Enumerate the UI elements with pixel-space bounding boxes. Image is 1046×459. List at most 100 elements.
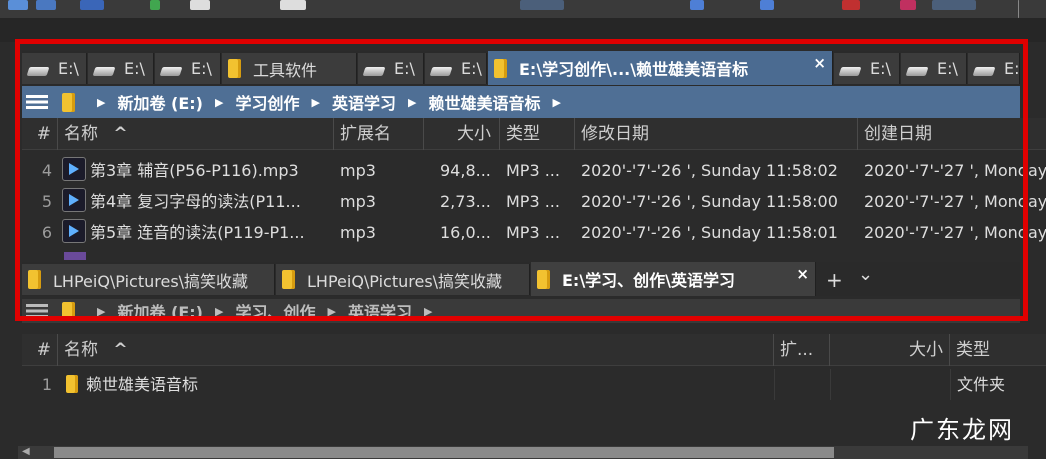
toolbar-user-icon[interactable] bbox=[932, 0, 976, 10]
drive-icon bbox=[26, 67, 50, 76]
chevron-right-icon[interactable]: ▶ bbox=[215, 305, 223, 318]
watermark-text: 广东龙网 bbox=[910, 416, 1014, 444]
breadcrumb-item[interactable]: 新加卷 (E:) bbox=[117, 90, 203, 114]
menu-icon[interactable] bbox=[26, 95, 48, 109]
tab-label: E:\ bbox=[1004, 59, 1020, 78]
file-name-cell[interactable]: 第4章 复习字母的读法(P11... bbox=[58, 186, 334, 217]
table-row[interactable]: 1 赖世雄美语音标 文件夹 bbox=[22, 369, 1046, 400]
top-tab-active[interactable]: E:\学习创作\...\赖世雄美语音标 × bbox=[488, 51, 833, 85]
breadcrumb-item[interactable]: 学习创作 bbox=[235, 90, 299, 114]
breadcrumb-item[interactable]: 学习、创作 bbox=[235, 299, 315, 323]
column-size[interactable]: 大小 bbox=[424, 118, 500, 150]
top-tab-6[interactable]: E:\ bbox=[425, 53, 487, 84]
breadcrumb-item[interactable]: 英语学习 bbox=[332, 90, 396, 114]
file-type: MP3 ... bbox=[506, 223, 560, 242]
breadcrumb-item[interactable]: 英语学习 bbox=[348, 299, 412, 323]
chevron-right-icon[interactable]: ▶ bbox=[327, 305, 335, 318]
toolbar-back-icon[interactable] bbox=[36, 0, 56, 10]
bottom-breadcrumb: ▶ 新加卷 (E:) ▶ 学习、创作 ▶ 英语学习 ▶ bbox=[22, 299, 1020, 323]
top-tab-4[interactable]: 工具软件 bbox=[222, 53, 357, 84]
folder-icon bbox=[62, 92, 75, 112]
horizontal-scrollbar[interactable]: ◀ bbox=[18, 446, 1028, 459]
tab-list-dropdown-icon[interactable]: ⌄ bbox=[858, 264, 873, 285]
chevron-right-icon[interactable]: ▶ bbox=[97, 305, 105, 318]
bottom-tab-2[interactable]: LHPeiQ\Pictures\搞笑收藏 bbox=[276, 264, 530, 295]
file-ext: mp3 bbox=[340, 161, 376, 180]
column-num[interactable]: # bbox=[22, 118, 58, 150]
toolbar-page-icon[interactable] bbox=[190, 0, 210, 10]
chevron-right-icon[interactable]: ▶ bbox=[424, 305, 432, 318]
tab-label: E:\ bbox=[870, 59, 891, 78]
top-column-header: # 名称 ^ 扩展名 大小 类型 修改日期 创建日期 bbox=[22, 118, 1046, 150]
tab-label: E:\ bbox=[58, 59, 79, 78]
row-number: 4 bbox=[41, 161, 52, 180]
file-ext: mp3 bbox=[340, 223, 376, 242]
table-row[interactable]: 4 第3章 辅音(P56-P116).mp3 mp3 94,8... MP3 .… bbox=[22, 155, 1046, 186]
top-tab-8[interactable]: E:\ bbox=[834, 53, 900, 84]
file-modified: 2020'-'7'-'26 ', Sunday 11:58:02 bbox=[581, 161, 838, 180]
column-created[interactable]: 创建日期 bbox=[858, 118, 1046, 150]
menu-icon[interactable] bbox=[26, 304, 48, 318]
breadcrumb-item[interactable]: 赖世雄美语音标 bbox=[428, 90, 540, 114]
scrollbar-thumb[interactable] bbox=[54, 447, 834, 458]
tab-label: E:\ bbox=[191, 59, 212, 78]
column-ext[interactable]: 扩展名 bbox=[334, 118, 424, 150]
file-size: 16,0... bbox=[440, 223, 491, 242]
top-tab-10[interactable]: E:\ bbox=[968, 53, 1020, 84]
drive-icon bbox=[92, 67, 116, 76]
column-name-label: 名称 bbox=[64, 124, 98, 144]
chevron-right-icon[interactable]: ▶ bbox=[97, 96, 105, 109]
top-tab-3[interactable]: E:\ bbox=[155, 53, 221, 84]
folder-size bbox=[830, 369, 950, 400]
file-name-cell[interactable]: 第3章 辅音(P56-P116).mp3 bbox=[58, 155, 334, 186]
column-ext[interactable]: 扩... bbox=[774, 334, 830, 366]
toolbar-settings-icon[interactable] bbox=[900, 0, 916, 10]
breadcrumb-item[interactable]: 新加卷 (E:) bbox=[117, 299, 203, 323]
drive-icon bbox=[905, 67, 929, 76]
toolbar-green-icon[interactable] bbox=[150, 0, 160, 10]
chevron-right-icon[interactable]: ▶ bbox=[215, 96, 223, 109]
table-row[interactable]: 5 第4章 复习字母的读法(P11... mp3 2,73... MP3 ...… bbox=[22, 186, 1046, 217]
tab-label: E:\ bbox=[394, 59, 415, 78]
chevron-right-icon[interactable]: ▶ bbox=[408, 96, 416, 109]
toolbar-move-icon[interactable] bbox=[760, 0, 774, 10]
tab-label: LHPeiQ\Pictures\搞笑收藏 bbox=[53, 271, 249, 291]
file-created: 2020'-'7'-'27 ', Monday bbox=[864, 192, 1046, 211]
file-name-cell[interactable]: 第5章 连音的读法(P119-P1... bbox=[58, 217, 334, 248]
top-tab-1[interactable]: E:\ bbox=[22, 53, 87, 84]
bottom-tab-1[interactable]: LHPeiQ\Pictures\搞笑收藏 bbox=[22, 264, 275, 295]
table-row[interactable]: 6 第5章 连音的读法(P119-P1... mp3 16,0... MP3 .… bbox=[22, 217, 1046, 248]
chevron-right-icon[interactable]: ▶ bbox=[552, 96, 560, 109]
column-num[interactable]: # bbox=[22, 334, 58, 366]
toolbar-forward-icon[interactable] bbox=[80, 0, 104, 10]
folder-icon bbox=[28, 270, 41, 289]
column-type[interactable]: 类型 bbox=[950, 334, 1046, 366]
toolbar-globe-icon[interactable] bbox=[8, 0, 28, 10]
chevron-right-icon[interactable]: ▶ bbox=[311, 96, 319, 109]
column-modified[interactable]: 修改日期 bbox=[575, 118, 858, 150]
drive-icon bbox=[362, 67, 386, 76]
top-breadcrumb: ▶ 新加卷 (E:) ▶ 学习创作 ▶ 英语学习 ▶ 赖世雄美语音标 ▶ bbox=[22, 86, 1020, 118]
toolbar-doc-icon[interactable] bbox=[280, 0, 306, 10]
top-tab-9[interactable]: E:\ bbox=[901, 53, 967, 84]
top-tab-2[interactable]: E:\ bbox=[88, 53, 154, 84]
toolbar-copy-icon[interactable] bbox=[690, 0, 704, 10]
file-size: 94,8... bbox=[440, 161, 491, 180]
top-tab-5[interactable]: E:\ bbox=[358, 53, 424, 84]
sort-ascending-icon: ^ bbox=[113, 124, 128, 144]
bottom-tab-active[interactable]: E:\学习、创作\英语学习 × bbox=[531, 262, 816, 296]
add-tab-button[interactable]: + bbox=[826, 268, 843, 292]
close-icon[interactable]: × bbox=[796, 265, 809, 283]
folder-name-cell[interactable]: 赖世雄美语音标 bbox=[58, 369, 774, 400]
toolbar-view-icon[interactable] bbox=[520, 0, 564, 10]
column-name[interactable]: 名称 ^ bbox=[58, 118, 334, 150]
audio-file-icon bbox=[62, 188, 86, 212]
file-name: 第4章 复习字母的读法(P11... bbox=[90, 192, 301, 211]
toolbar-delete-icon[interactable] bbox=[842, 0, 860, 10]
file-created: 2020'-'7'-'27 ', Monday bbox=[864, 161, 1046, 180]
column-type[interactable]: 类型 bbox=[500, 118, 575, 150]
scroll-left-icon[interactable]: ◀ bbox=[22, 446, 30, 457]
column-size[interactable]: 大小 bbox=[830, 334, 950, 366]
close-icon[interactable]: × bbox=[813, 54, 826, 72]
column-name[interactable]: 名称 ^ bbox=[58, 334, 774, 366]
